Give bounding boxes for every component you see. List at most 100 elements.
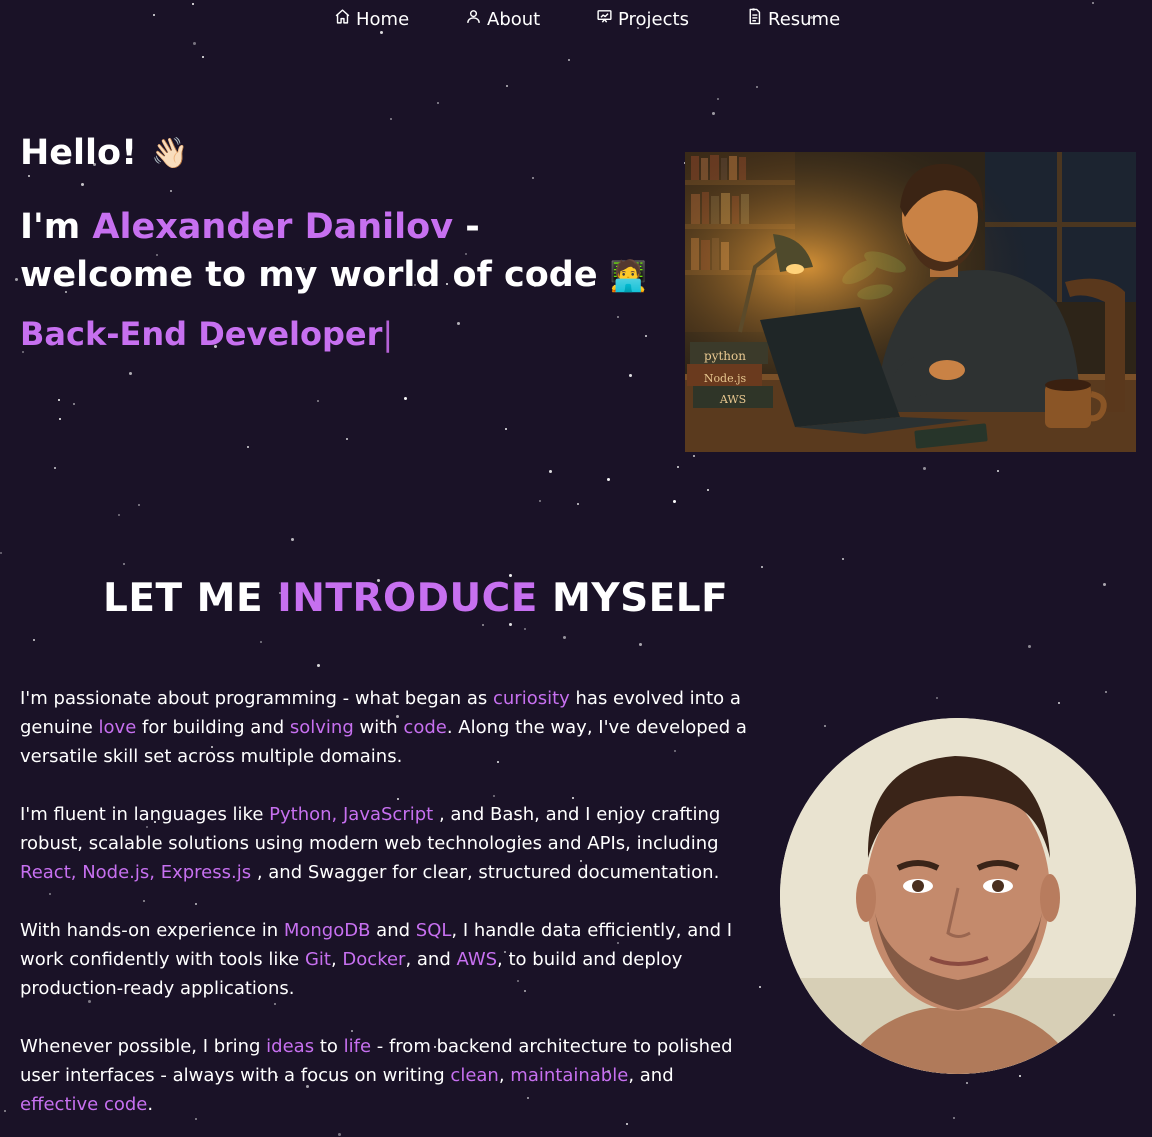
technologist-icon: 🧑‍💻 xyxy=(609,259,648,294)
highlighted-keyword: solving xyxy=(289,717,354,738)
book-label-nodejs: Node.js xyxy=(704,372,747,385)
paragraph-text: and xyxy=(370,920,416,941)
home-icon xyxy=(334,8,351,30)
nav-projects-label: Projects xyxy=(618,8,689,30)
document-icon xyxy=(746,8,763,30)
star-dot xyxy=(1105,691,1107,693)
star-dot xyxy=(437,102,439,104)
profile-photo xyxy=(780,718,1136,1074)
star-dot xyxy=(717,98,719,100)
highlighted-keyword: code xyxy=(403,717,447,738)
paragraph-text: to xyxy=(314,1036,344,1057)
star-dot xyxy=(617,316,619,318)
star-dot xyxy=(33,639,35,641)
nav-about-label: About xyxy=(487,8,541,30)
star-dot xyxy=(457,322,460,325)
star-dot xyxy=(404,397,407,400)
paragraph-text: , xyxy=(498,1065,511,1086)
star-dot xyxy=(59,418,61,420)
star-dot xyxy=(390,118,392,120)
presentation-icon xyxy=(596,8,613,30)
star-dot xyxy=(129,372,132,375)
star-dot xyxy=(645,335,647,337)
star-dot xyxy=(707,489,709,491)
nav-resume-link[interactable]: Resume xyxy=(746,8,840,30)
paragraph-text: I'm passionate about programming - what … xyxy=(20,688,493,709)
star-dot xyxy=(346,438,348,440)
star-dot xyxy=(1113,1014,1115,1016)
star-dot xyxy=(677,466,679,468)
paragraph-text: . xyxy=(147,1094,154,1115)
star-dot xyxy=(693,455,695,457)
star-dot xyxy=(1058,702,1060,704)
star-dot xyxy=(761,566,763,568)
about-title-accent: INTRODUCE xyxy=(277,576,538,621)
about-section-title: LET ME INTRODUCE MYSELF xyxy=(103,576,728,621)
star-dot xyxy=(138,504,140,506)
about-description: I'm passionate about programming - what … xyxy=(20,684,755,1137)
star-dot xyxy=(532,177,534,179)
star-dot xyxy=(563,636,566,639)
nav-resume-label: Resume xyxy=(768,8,841,30)
star-dot xyxy=(539,500,541,502)
role-text: Back-End Developer xyxy=(20,315,383,353)
star-dot xyxy=(966,1082,968,1084)
star-dot xyxy=(953,1117,955,1119)
highlighted-keyword: life xyxy=(343,1036,372,1057)
paragraph-text: , and xyxy=(405,949,457,970)
star-dot xyxy=(118,514,120,516)
star-dot xyxy=(202,56,204,58)
highlighted-keyword: maintainable xyxy=(510,1065,629,1086)
highlighted-keyword: effective xyxy=(20,1094,99,1115)
highlighted-keyword: SQL xyxy=(415,920,452,941)
nav-projects-link[interactable]: Projects xyxy=(596,8,689,30)
star-dot xyxy=(607,478,610,481)
star-dot xyxy=(58,399,60,401)
nav-home-link[interactable]: Home xyxy=(334,8,409,30)
paragraph-text: for building and xyxy=(136,717,290,738)
star-dot xyxy=(54,467,56,469)
top-navbar: Home About Projects Resume xyxy=(0,8,1152,36)
star-dot xyxy=(509,623,512,626)
about-title-part2: MYSELF xyxy=(537,576,729,621)
star-dot xyxy=(247,446,249,448)
book-label-aws: AWS xyxy=(719,393,746,406)
star-dot xyxy=(482,624,484,626)
role-typewriter: Back-End Developer| xyxy=(20,315,393,353)
highlighted-keyword: clean xyxy=(450,1065,499,1086)
author-name: Alexander Danilov xyxy=(92,207,454,247)
highlighted-keyword: React, Node.js, Express.js xyxy=(20,862,252,883)
highlighted-keyword: Docker xyxy=(342,949,406,970)
star-dot xyxy=(317,400,319,402)
paragraph-text: With hands-on experience in xyxy=(20,920,284,941)
star-dot xyxy=(317,664,320,667)
highlighted-keyword: Git xyxy=(304,949,331,970)
highlighted-keyword: code xyxy=(103,1094,148,1115)
star-dot xyxy=(0,552,2,554)
hero-intro-heading: I'm Alexander Danilov - welcome to my wo… xyxy=(20,203,660,301)
about-paragraph: I'm passionate about programming - what … xyxy=(20,684,755,771)
star-dot xyxy=(759,986,761,988)
paragraph-text: Whenever possible, I bring xyxy=(20,1036,267,1057)
star-dot xyxy=(997,470,999,472)
star-dot xyxy=(1103,583,1106,586)
highlighted-keyword: AWS xyxy=(456,949,498,970)
highlighted-keyword: love xyxy=(98,717,137,738)
star-dot xyxy=(577,503,579,505)
nav-about-link[interactable]: About xyxy=(465,8,540,30)
star-dot xyxy=(192,3,194,5)
star-dot xyxy=(73,403,75,405)
paragraph-text: , and Swagger for clear, structured docu… xyxy=(251,862,720,883)
about-paragraph: With hands-on experience in MongoDB and … xyxy=(20,916,755,1003)
hero-greeting: Hello! 👋🏻 xyxy=(20,133,188,173)
star-dot xyxy=(260,641,262,643)
star-dot xyxy=(673,500,676,503)
highlighted-keyword: MongoDB xyxy=(283,920,371,941)
star-dot xyxy=(123,563,125,565)
star-dot xyxy=(1092,2,1094,4)
about-title-part1: LET ME xyxy=(103,576,278,621)
paragraph-text: with xyxy=(353,717,404,738)
highlighted-keyword: Python, JavaScript xyxy=(269,804,434,825)
waving-hand-icon: 👋🏻 xyxy=(151,135,189,171)
paragraph-text: , and xyxy=(628,1065,674,1086)
